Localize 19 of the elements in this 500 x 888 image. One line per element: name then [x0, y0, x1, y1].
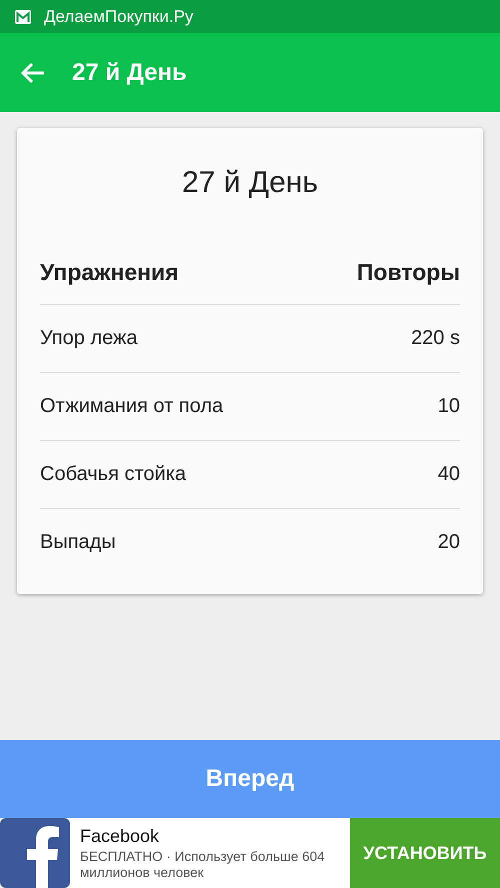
reps-value: 40 — [438, 463, 460, 486]
exercise-name: Отжимания от пола — [40, 395, 224, 418]
exercise-name: Собачья стойка — [40, 463, 186, 486]
reps-value: 10 — [438, 395, 460, 418]
exercise-name: Упор лежа — [40, 327, 138, 350]
ad-title: Facebook — [80, 826, 160, 847]
app-bar-title: 27 й День — [72, 58, 187, 86]
next-button[interactable]: Вперед — [0, 740, 500, 818]
column-header: Упражнения — [40, 258, 179, 286]
ad-description: БЕСПЛАТНО · Использует больше 604 миллионов человек — [80, 849, 326, 882]
status-title: ДелаемПокупки.Ру — [44, 6, 194, 26]
install-button[interactable]: УСТАНОВИТЬ — [350, 818, 500, 888]
reps-value: 20 — [438, 531, 460, 554]
mail-icon — [14, 8, 32, 24]
column-header: Повторы — [356, 258, 460, 286]
card-title: 27 й День — [181, 166, 319, 200]
exercise-name: Выпады — [40, 531, 116, 554]
back-arrow-icon[interactable] — [20, 62, 46, 84]
reps-value: 220 s — [411, 327, 460, 350]
